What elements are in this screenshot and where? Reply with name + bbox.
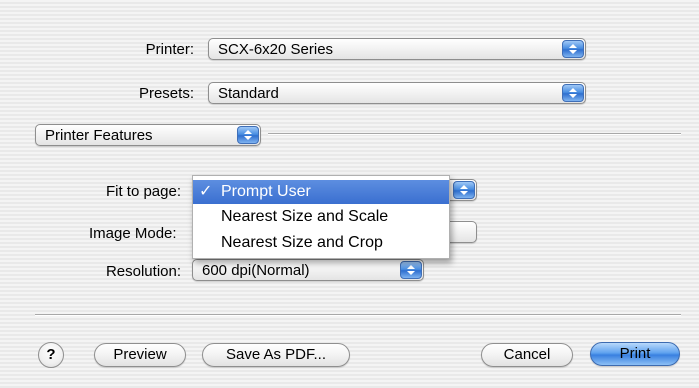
resolution-label: Resolution: <box>105 263 181 280</box>
presets-popup[interactable]: Standard <box>208 82 586 104</box>
fit-to-page-label: Fit to page: <box>105 183 181 200</box>
popup-arrows-icon <box>400 261 422 279</box>
checkmark-icon: ✓ <box>199 183 213 200</box>
print-button[interactable]: Print <box>590 342 680 366</box>
popup-arrows-icon <box>453 181 475 199</box>
presets-value: Standard <box>218 85 279 102</box>
printer-value: SCX-6x20 Series <box>218 41 334 58</box>
cancel-button[interactable]: Cancel <box>481 343 573 367</box>
separator-top <box>268 133 681 135</box>
image-mode-label: Image Mode: <box>89 225 177 242</box>
popup-arrows-icon <box>562 84 584 102</box>
resolution-popup[interactable]: 600 dpi(Normal) <box>192 259 424 281</box>
menu-item-label: Nearest Size and Crop <box>221 234 383 251</box>
fit-to-page-menu: ✓ Prompt User Nearest Size and Scale Nea… <box>192 175 450 259</box>
presets-label: Presets: <box>138 85 194 102</box>
popup-arrows-icon <box>562 40 584 58</box>
popup-arrows-icon <box>237 126 259 144</box>
separator-bottom <box>35 314 681 316</box>
preview-button[interactable]: Preview <box>94 343 186 367</box>
help-button[interactable]: ? <box>38 342 64 368</box>
menu-item-prompt-user[interactable]: ✓ Prompt User <box>193 180 449 204</box>
save-as-pdf-button[interactable]: Save As PDF... <box>202 343 350 367</box>
printer-label: Printer: <box>145 41 194 58</box>
panel-value: Printer Features <box>45 127 153 144</box>
menu-item-label: Nearest Size and Scale <box>221 208 389 225</box>
menu-item-nearest-size-scale[interactable]: Nearest Size and Scale <box>193 205 449 229</box>
menu-item-label: Prompt User <box>221 183 311 200</box>
resolution-value: 600 dpi(Normal) <box>202 262 310 279</box>
panel-popup[interactable]: Printer Features <box>35 124 261 146</box>
menu-item-nearest-size-crop[interactable]: Nearest Size and Crop <box>193 231 449 255</box>
print-dialog: { "printer": { "label": "Printer:", "val… <box>0 0 699 388</box>
printer-popup[interactable]: SCX-6x20 Series <box>208 38 586 60</box>
